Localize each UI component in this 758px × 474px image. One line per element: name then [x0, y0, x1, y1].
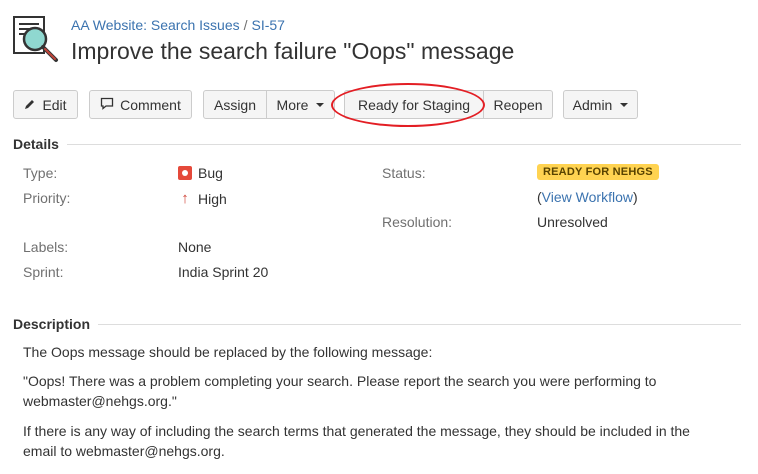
status-value: READY FOR NEHGS [537, 164, 659, 180]
labels-value: None [178, 239, 212, 255]
page-title: Improve the search failure "Oops" messag… [71, 38, 515, 64]
comment-button[interactable]: Comment [89, 90, 192, 119]
details-heading: Details [13, 136, 741, 152]
assign-button[interactable]: Assign [203, 90, 267, 119]
description-paragraph-3-line-1: If there is any way of including the sea… [23, 423, 690, 439]
comment-button-label: Comment [120, 96, 181, 113]
speech-bubble-icon [100, 97, 114, 113]
arrow-up-icon: ↑ [181, 190, 189, 207]
reopen-button-label: Reopen [493, 96, 543, 113]
project-avatar-icon[interactable] [10, 14, 62, 66]
ready-for-staging-button[interactable]: Ready for Staging [344, 90, 484, 119]
more-button-label: More [276, 96, 309, 113]
type-label: Type: [23, 165, 58, 181]
workflow-close-paren: ) [632, 189, 638, 205]
pencil-icon [24, 97, 36, 113]
description-divider [98, 323, 741, 325]
bug-icon [178, 166, 192, 180]
breadcrumb-project-link[interactable]: AA Website: Search Issues [71, 17, 240, 33]
sprint-value[interactable]: India Sprint 20 [178, 264, 268, 280]
reopen-button[interactable]: Reopen [484, 90, 553, 119]
view-workflow: (View Workflow) [537, 189, 638, 205]
ready-for-staging-label: Ready for Staging [357, 96, 471, 113]
description-paragraph-2-line-1: "Oops! There was a problem completing yo… [23, 373, 657, 389]
edit-button[interactable]: Edit [13, 90, 78, 119]
priority-label: Priority: [23, 190, 71, 206]
status-label: Status: [382, 165, 426, 181]
description-paragraph-2-line-2: webmaster@nehgs.org." [23, 393, 177, 409]
more-button[interactable]: More [267, 90, 335, 119]
type-value: Bug [178, 165, 223, 181]
resolution-label: Resolution: [382, 214, 453, 230]
details-heading-label: Details [13, 136, 59, 152]
details-divider [66, 143, 741, 145]
admin-button-label: Admin [572, 96, 613, 113]
assign-button-label: Assign [213, 96, 257, 113]
breadcrumb-separator: / [243, 17, 248, 33]
type-value-text: Bug [198, 165, 223, 181]
edit-button-label: Edit [42, 96, 67, 113]
sprint-label: Sprint: [23, 264, 64, 280]
description-paragraph-1: The Oops message should be replaced by t… [23, 344, 433, 360]
description-heading-label: Description [13, 316, 91, 332]
chevron-down-icon [316, 102, 325, 107]
issue-toolbar: Edit Comment Assign More Ready for Stagi… [0, 90, 758, 120]
breadcrumb: AA Website: Search Issues / SI-57 [71, 17, 285, 33]
admin-button[interactable]: Admin [563, 90, 638, 119]
description-heading: Description [13, 316, 741, 332]
resolution-value: Unresolved [537, 214, 608, 230]
breadcrumb-issue-key-link[interactable]: SI-57 [252, 17, 285, 33]
priority-value: ↑ High [178, 190, 227, 207]
status-badge: READY FOR NEHGS [537, 164, 659, 180]
chevron-down-icon [620, 102, 629, 107]
priority-value-text: High [198, 190, 227, 207]
view-workflow-link[interactable]: View Workflow [542, 189, 633, 205]
description-paragraph-3-line-2: email to webmaster@nehgs.org. [23, 443, 225, 459]
labels-label: Labels: [23, 239, 69, 255]
